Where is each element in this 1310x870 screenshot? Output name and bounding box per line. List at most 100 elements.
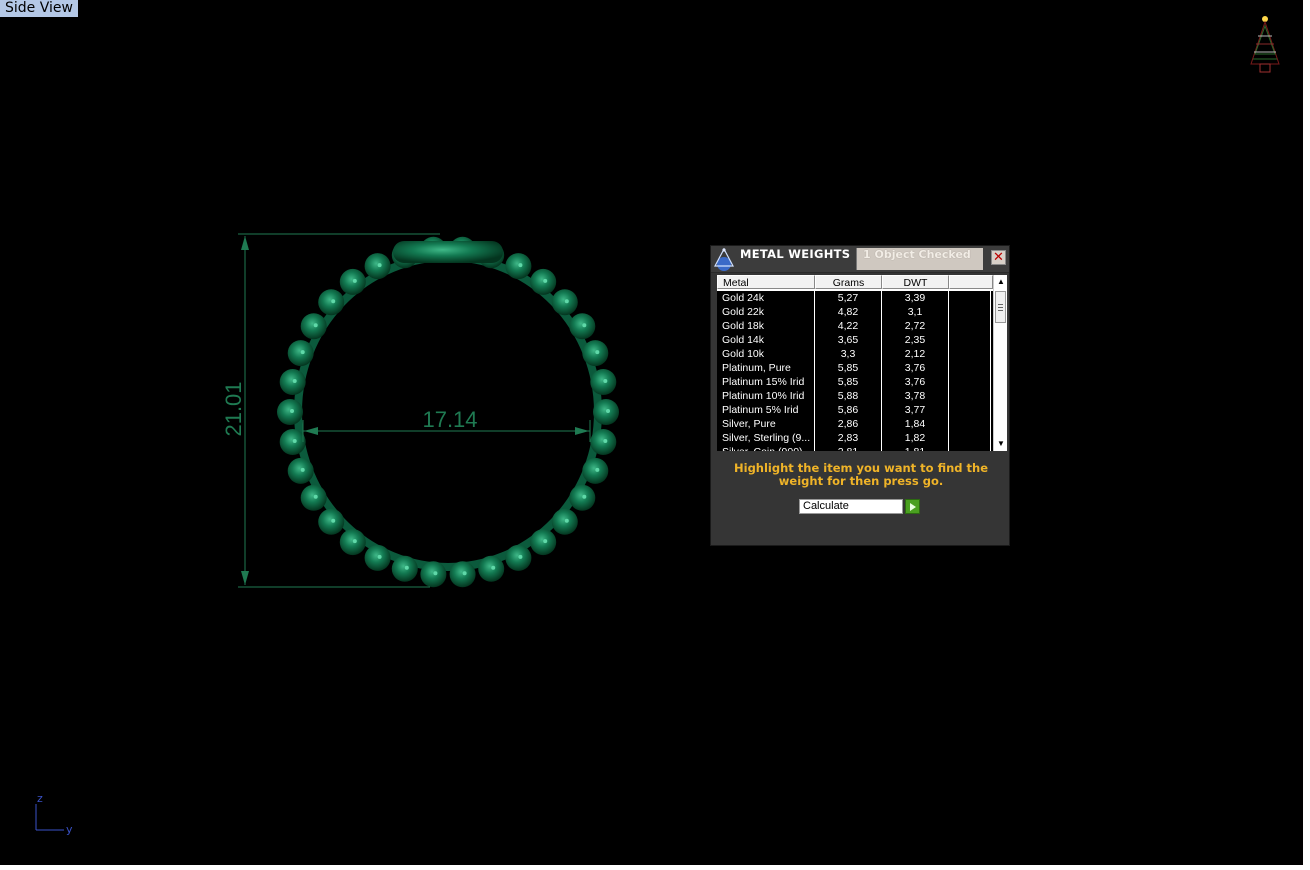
ring-bead xyxy=(339,268,366,295)
table-row[interactable]: Silver, Pure 2,86 1,84 xyxy=(717,417,993,431)
metal-cell: Gold 18k xyxy=(717,319,815,333)
ring-bead xyxy=(287,340,314,367)
column-header-metal[interactable]: Metal xyxy=(717,275,815,289)
table-row[interactable]: Gold 24k 5,27 3,39 xyxy=(717,291,993,305)
column-header-grams[interactable]: Grams xyxy=(815,275,882,289)
scroll-thumb[interactable] xyxy=(995,291,1006,323)
bead-highlight xyxy=(603,439,608,443)
ring-bead xyxy=(287,457,314,484)
grams-cell: 3,65 xyxy=(815,333,882,347)
metal-cell: Gold 24k xyxy=(717,291,815,305)
bead-highlight xyxy=(404,565,409,570)
ring-bead xyxy=(420,561,447,588)
go-button[interactable] xyxy=(905,499,920,514)
table-row[interactable]: Gold 10k 3,3 2,12 xyxy=(717,347,993,361)
ring-bead xyxy=(300,484,327,511)
scroll-up-icon[interactable]: ▲ xyxy=(995,276,1007,288)
table-row[interactable]: Platinum 15% Irid 5,85 3,76 xyxy=(717,375,993,389)
table-row[interactable]: Silver, Sterling (9... 2,83 1,82 xyxy=(717,431,993,445)
table-header: Metal Grams DWT xyxy=(717,275,993,290)
column-header-dwt[interactable]: DWT xyxy=(882,275,949,289)
bead-highlight xyxy=(433,571,438,576)
dimension-arrow-right xyxy=(575,427,589,435)
ring-bead xyxy=(505,544,532,571)
table-row[interactable]: Platinum 10% Irid 5,88 3,78 xyxy=(717,389,993,403)
bead-highlight xyxy=(606,409,610,413)
dwt-cell: 3,78 xyxy=(882,389,949,403)
table-row[interactable]: Silver, Coin (900)2,811,81 xyxy=(717,445,993,451)
bead-highlight xyxy=(292,439,297,443)
column-header-extra xyxy=(949,275,993,289)
ring-bead xyxy=(569,313,596,340)
ring-bead xyxy=(279,429,306,455)
metal-cell: Gold 22k xyxy=(717,305,815,319)
ring-bead xyxy=(391,555,418,582)
bead-highlight xyxy=(462,571,467,576)
dimension-arrow-left xyxy=(304,427,318,435)
ring-bead xyxy=(300,313,327,340)
dwt-cell: 2,12 xyxy=(882,347,949,361)
bead-highlight xyxy=(352,539,357,544)
close-icon[interactable]: ✕ xyxy=(991,250,1006,265)
grams-cell: 5,88 xyxy=(815,389,882,403)
dwt-cell: 2,35 xyxy=(882,333,949,347)
bead-highlight xyxy=(331,518,336,523)
bead-highlight xyxy=(518,263,523,268)
dwt-cell: 3,76 xyxy=(882,361,949,375)
bead-highlight xyxy=(352,278,357,283)
table-row[interactable]: Gold 18k 4,22 2,72 xyxy=(717,319,993,333)
dwt-cell: 3,39 xyxy=(882,291,949,305)
table-row[interactable]: Platinum 5% Irid 5,86 3,77 xyxy=(717,403,993,417)
empty-cell xyxy=(949,305,991,319)
bead-highlight xyxy=(313,494,318,499)
table-row[interactable]: Platinum, Pure 5,85 3,76 xyxy=(717,361,993,375)
bead-highlight xyxy=(595,350,600,355)
bead-highlight xyxy=(292,379,297,383)
ring-bead xyxy=(339,529,366,556)
ring-bead xyxy=(364,544,391,571)
grams-cell: 3,3 xyxy=(815,347,882,361)
metal-cell: Platinum, Pure xyxy=(717,361,815,375)
metal-cell: Platinum 15% Irid xyxy=(717,375,815,389)
bead-highlight xyxy=(300,350,305,355)
metal-cell: Silver, Pure xyxy=(717,417,815,431)
grams-cell: 4,22 xyxy=(815,319,882,333)
table-row[interactable]: Gold 14k 3,65 2,35 xyxy=(717,333,993,347)
bead-highlight xyxy=(331,299,336,304)
bottom-border xyxy=(0,865,1310,870)
axis-indicator-icon: z y xyxy=(35,792,73,836)
empty-cell xyxy=(949,375,991,389)
ring-scene: 17.14 21.01 xyxy=(221,233,619,588)
table-row[interactable]: Gold 22k 4,82 3,1 xyxy=(717,305,993,319)
metal-weights-panel: METAL WEIGHTS 1 Object Checked ✕ Metal G… xyxy=(710,245,1010,546)
dwt-cell: 3,76 xyxy=(882,375,949,389)
ring-bead xyxy=(364,253,391,280)
ring-bead xyxy=(590,369,617,395)
empty-cell xyxy=(949,361,991,375)
metal-table[interactable]: Metal Grams DWT Gold 24k 5,27 3,39 Gold 22k… xyxy=(717,275,1007,451)
bead-highlight xyxy=(595,467,600,472)
ring-bead xyxy=(530,268,557,295)
play-arrow-icon xyxy=(910,503,916,511)
right-border xyxy=(1303,0,1310,870)
dwt-cell: 1,82 xyxy=(882,431,949,445)
3d-viewport[interactable]: Side View 17.14 21.01 z y METAL WEIGHTS … xyxy=(0,0,1303,865)
empty-cell xyxy=(949,431,991,445)
ring-bead xyxy=(569,484,596,511)
grams-cell: 5,86 xyxy=(815,403,882,417)
bead-highlight xyxy=(564,299,569,304)
calculate-dropdown[interactable]: Calculate xyxy=(799,499,903,514)
table-scrollbar[interactable]: ▲ ▼ xyxy=(993,275,1007,451)
dwt-cell: 3,1 xyxy=(882,305,949,319)
empty-cell xyxy=(949,347,991,361)
christmas-tree-icon xyxy=(1250,16,1280,73)
dwt-cell: 1,81 xyxy=(882,445,949,451)
empty-cell xyxy=(949,445,991,451)
metal-cell: Platinum 10% Irid xyxy=(717,389,815,403)
empty-cell xyxy=(949,403,991,417)
scroll-down-icon[interactable]: ▼ xyxy=(995,438,1007,450)
axis-z-label: z xyxy=(37,792,43,805)
dimension-arrow-top xyxy=(241,236,249,250)
panel-titlebar[interactable]: METAL WEIGHTS 1 Object Checked ✕ xyxy=(711,246,1009,273)
grams-cell: 5,27 xyxy=(815,291,882,305)
